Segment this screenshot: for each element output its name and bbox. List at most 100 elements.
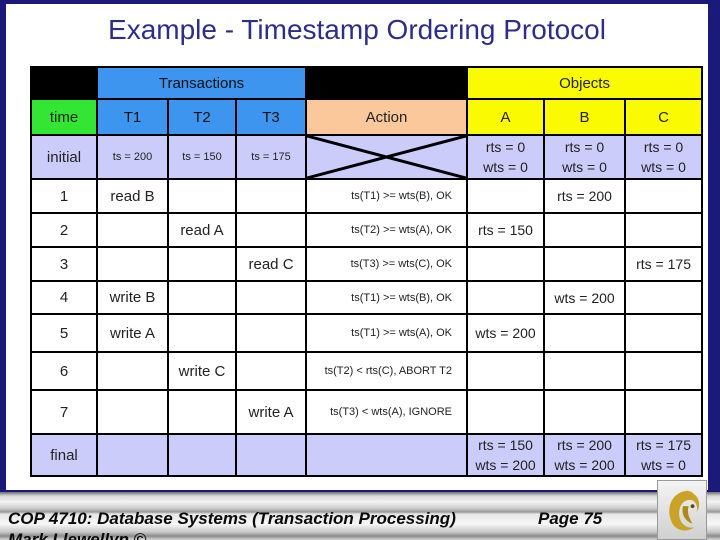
b-cell — [543, 313, 627, 353]
c-final-cell: rts = 175 wts = 0 — [624, 433, 704, 477]
t3-cell: read C — [234, 246, 308, 282]
final-row: final rts = 150 wts = 200 rts = 200 wts … — [30, 433, 704, 477]
action-cell: ts(T1) >= wts(B), OK — [305, 280, 469, 315]
t2-cell: write C — [167, 351, 237, 391]
b-cell — [543, 351, 627, 391]
slide-title: Example - Timestamp Ordering Protocol — [108, 14, 606, 45]
pegasus-logo-icon — [669, 490, 700, 531]
t1-cell — [96, 246, 169, 282]
action-cell: ts(T3) < wts(A), IGNORE — [305, 389, 469, 435]
a-cell — [466, 351, 546, 391]
rts-value: rts = 0 — [643, 139, 684, 155]
wts-value: wts = 0 — [483, 159, 528, 175]
group-header-row: Transactions Objects — [30, 66, 704, 100]
b-header: B — [543, 98, 627, 136]
c-initial-cell: rts = 0 wts = 0 — [624, 134, 704, 180]
blank-header-cell — [305, 66, 469, 100]
action-cell-crossed — [305, 134, 469, 180]
objects-header: Objects — [466, 66, 704, 100]
time-cell: 4 — [30, 280, 98, 315]
t3-cell: write A — [234, 389, 308, 435]
table-row: 3 read C ts(T3) >= wts(C), OK rts = 175 — [30, 246, 704, 282]
a-header: A — [466, 98, 546, 136]
a-cell — [466, 389, 546, 435]
t3-cell — [234, 433, 308, 477]
t1-cell: write B — [96, 280, 169, 315]
t2-header: T2 — [167, 98, 237, 136]
b-cell: rts = 200 — [543, 178, 627, 214]
t2-cell — [167, 178, 237, 214]
pegasus-logo-icon — [657, 480, 707, 540]
cross-out-icon — [307, 136, 466, 178]
t1-cell — [96, 389, 169, 435]
a-final-cell: rts = 150 wts = 200 — [466, 433, 546, 477]
action-header: Action — [305, 98, 469, 136]
action-cell: ts(T1) >= wts(B), OK — [305, 178, 469, 214]
initial-row: initial ts = 200 ts = 150 ts = 175 rts =… — [30, 134, 704, 180]
action-cell: ts(T3) >= wts(C), OK — [305, 246, 469, 282]
t3-cell — [234, 178, 308, 214]
a-cell — [466, 280, 546, 315]
footer-page-number: Page 75 — [538, 509, 603, 528]
c-cell — [624, 280, 704, 315]
time-cell: 2 — [30, 212, 98, 248]
action-cell: ts(T2) < rts(C), ABORT T2 — [305, 351, 469, 391]
table-row: 2 read A ts(T2) >= wts(A), OK rts = 150 — [30, 212, 704, 248]
c-header: C — [624, 98, 704, 136]
b-cell — [543, 212, 627, 248]
b-cell: wts = 200 — [543, 280, 627, 315]
t2-cell — [167, 246, 237, 282]
rts-value: rts = 0 — [564, 139, 605, 155]
t1-cell: read B — [96, 178, 169, 214]
transactions-header: Transactions — [95, 66, 308, 100]
t2-cell — [167, 433, 237, 477]
time-cell: 3 — [30, 246, 98, 282]
timestamp-table: Transactions Objects time T1 T2 T3 Actio… — [30, 66, 704, 477]
t2-cell — [167, 389, 237, 435]
table-row: 5 write A ts(T1) >= wts(A), OK wts = 200 — [30, 313, 704, 353]
wts-value: wts = 200 — [475, 457, 536, 473]
t1-cell — [96, 212, 169, 248]
b-final-cell: rts = 200 wts = 200 — [543, 433, 627, 477]
t3-header: T3 — [234, 98, 308, 136]
t1-header: T1 — [96, 98, 169, 136]
table-row: 7 write A ts(T3) < wts(A), IGNORE — [30, 389, 704, 435]
t2-cell: ts = 150 — [167, 134, 237, 180]
wts-value: wts = 0 — [641, 159, 686, 175]
time-cell: 5 — [30, 313, 98, 353]
t1-cell — [96, 351, 169, 391]
footer-author: Mark Llewellyn © — [8, 530, 147, 540]
b-initial-cell: rts = 0 wts = 0 — [543, 134, 627, 180]
time-cell: 7 — [30, 389, 98, 435]
c-cell — [624, 313, 704, 353]
time-header: time — [30, 98, 98, 136]
c-cell — [624, 351, 704, 391]
time-cell: final — [30, 433, 98, 477]
t3-cell — [234, 280, 308, 315]
a-cell: wts = 200 — [466, 313, 546, 353]
c-cell — [624, 212, 704, 248]
action-cell — [305, 433, 469, 477]
t3-cell — [234, 313, 308, 353]
rts-value: rts = 0 — [485, 139, 526, 155]
a-cell: rts = 150 — [466, 212, 546, 248]
blank-header-cell — [30, 66, 98, 100]
t3-cell: ts = 175 — [234, 134, 308, 180]
c-cell: rts = 175 — [624, 246, 704, 282]
t1-cell: write A — [96, 313, 169, 353]
t1-cell: ts = 200 — [96, 134, 169, 180]
wts-value: wts = 200 — [554, 457, 615, 473]
c-cell — [624, 178, 704, 214]
table-row: 1 read B ts(T1) >= wts(B), OK rts = 200 — [30, 178, 704, 214]
a-initial-cell: rts = 0 wts = 0 — [466, 134, 546, 180]
wts-value: wts = 0 — [562, 159, 607, 175]
b-cell — [543, 389, 627, 435]
t2-cell — [167, 280, 237, 315]
b-cell — [543, 246, 627, 282]
a-cell — [466, 246, 546, 282]
action-cell: ts(T1) >= wts(A), OK — [305, 313, 469, 353]
action-cell: ts(T2) >= wts(A), OK — [305, 212, 469, 248]
table-row: 4 write B ts(T1) >= wts(B), OK wts = 200 — [30, 280, 704, 315]
rts-value: rts = 150 — [478, 437, 533, 453]
table-row: 6 write C ts(T2) < rts(C), ABORT T2 — [30, 351, 704, 391]
